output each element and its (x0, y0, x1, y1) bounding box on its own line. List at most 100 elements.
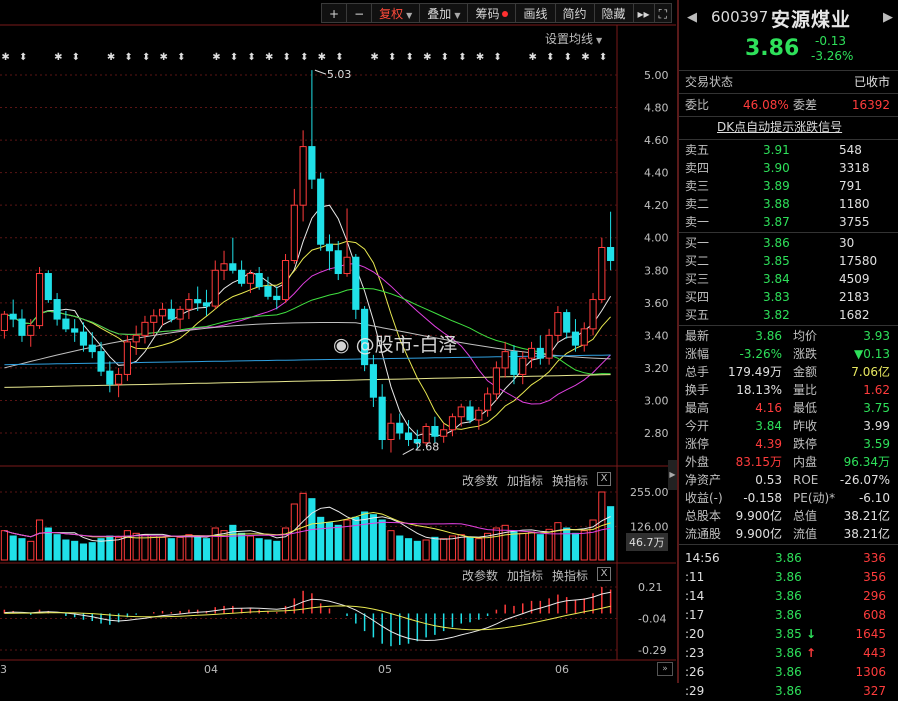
candle-body (141, 321, 149, 336)
kline-chart-area[interactable]: 5.00 4.80 4.60 4.40 4.20 4.00 3.80 3.60 3.40 3.20… (0, 0, 677, 683)
stat-value: ▼0.13 (854, 347, 890, 361)
close-icon[interactable]: X (597, 567, 612, 581)
weicha-value: 16392 (851, 98, 890, 112)
tick-price: 3.86 (775, 570, 802, 584)
level-label: 买四 (685, 290, 710, 304)
level-label: 买一 (685, 236, 710, 250)
volume-bar (404, 538, 413, 561)
stat-row: 净资产 0.53 ROE -26.07% (679, 471, 898, 489)
ask-level-row: 卖四 3.90 3318 (679, 159, 898, 177)
tick-row: :23 3.86 ↑ 443 (679, 644, 898, 663)
stat-value: 9.900亿 (735, 527, 782, 541)
price-tick-label: 3.40 (644, 329, 669, 342)
candle-body (220, 263, 228, 271)
collapse-panel-icon[interactable]: ▶ (668, 460, 677, 490)
candle-body (501, 351, 509, 369)
macd-add-indicator[interactable]: 加指标 (507, 567, 543, 584)
stat-value: 9.900亿 (735, 509, 782, 523)
vol-add-indicator[interactable]: 加指标 (507, 472, 543, 489)
high-marker-arrow (314, 69, 327, 75)
draw-line-button[interactable]: 画线 (515, 3, 556, 23)
volume-bar (589, 519, 597, 561)
candle-body (62, 318, 70, 330)
expand-icon[interactable]: ⛶ (653, 3, 672, 23)
overlay-button[interactable]: 叠加 ▼ (419, 3, 469, 23)
dk-signal-link[interactable]: DK点自动提示涨跌信号 (717, 118, 842, 136)
macd-edit-params[interactable]: 改参数 (462, 567, 498, 584)
candle-body (545, 334, 553, 359)
candle-body (519, 357, 527, 375)
level-label: 买五 (685, 308, 710, 322)
event-marker: ✱ (529, 52, 537, 63)
watermark: ◉ @股市-白泽 (333, 330, 457, 357)
stat-row: 涨幅 -3.26% 涨跌 ▼0.13 (679, 345, 898, 363)
event-marker: ⬍ (441, 52, 449, 63)
candle-body (150, 315, 158, 323)
volume-bar (176, 536, 184, 561)
simple-mode-button[interactable]: 简约 (554, 3, 595, 23)
x-axis-label: 3 (0, 663, 7, 676)
stats-table: 最新 3.86 均价 3.93 涨幅 -3.26% 涨跌 ▼0.13 总手 179.49万 金额 7.… (679, 326, 898, 545)
more-icon[interactable]: ▸▸ (632, 3, 655, 23)
ma-settings-dropdown[interactable]: 设置均线 ▼ (545, 30, 602, 47)
volume-bar (106, 535, 114, 561)
event-marker: ⬍ (230, 52, 238, 63)
level-price: 3.90 (763, 161, 790, 175)
macd-switch-indicator[interactable]: 换指标 (552, 567, 588, 584)
prev-stock-icon[interactable]: ◀ (687, 10, 697, 25)
fuquan-button[interactable]: 复权 ▼ (371, 3, 421, 23)
volume-bar (79, 543, 88, 561)
candle-body (35, 273, 44, 327)
vol-switch-indicator[interactable]: 换指标 (552, 472, 588, 489)
zoom-out-button[interactable]: − (346, 3, 373, 23)
stat-label: 今开 (685, 419, 710, 433)
stock-code: 600397 (711, 8, 769, 26)
stat-value: 4.16 (755, 401, 782, 415)
close-icon[interactable]: X (597, 472, 612, 486)
volume-bar (352, 516, 360, 561)
stat-label: 涨幅 (685, 347, 710, 361)
tick-time: :20 (685, 627, 705, 641)
price-tick-label: 3.00 (644, 394, 669, 407)
volume-bar (115, 536, 123, 561)
event-marker: ✱ (370, 52, 378, 63)
level-volume: 30 (839, 236, 855, 250)
macd-tick-label: 0.21 (638, 581, 663, 594)
stat-row: 涨停 4.39 跌停 3.59 (679, 435, 898, 453)
candle-body (607, 246, 615, 262)
chips-button[interactable]: 筹码 (467, 3, 517, 23)
vol-edit-params[interactable]: 改参数 (462, 472, 498, 489)
ask-level-row: 卖一 3.87 3755 (679, 213, 898, 231)
candle-body (281, 260, 290, 301)
zoom-in-button[interactable]: + (321, 3, 348, 23)
level-label: 买三 (685, 272, 710, 286)
stat-row: 今开 3.84 昨收 3.99 (679, 417, 898, 435)
volume-bar (510, 530, 518, 561)
stat-value: 3.93 (863, 329, 890, 343)
event-marker: ✱ (1, 52, 9, 63)
stat-label: 量比 (793, 383, 818, 397)
volume-bar (53, 534, 61, 561)
volume-bar (580, 530, 588, 561)
next-stock-icon[interactable]: ▶ (883, 10, 893, 25)
volume-bar (0, 530, 8, 561)
volume-bar (387, 530, 395, 561)
stat-value: -6.10 (858, 491, 890, 505)
candle-body (27, 325, 35, 336)
stat-row: 外盘 83.15万 内盘 96.34万 (679, 453, 898, 471)
stat-label: PE(动)* (793, 491, 836, 505)
level-label: 卖二 (685, 197, 710, 211)
candle-body (440, 429, 448, 437)
chart-toolbar: + − 复权 ▼ 叠加 ▼ 筹码 画线 简约 隐藏 ▸▸ ⛶ (321, 3, 672, 23)
volume-bar (123, 530, 131, 561)
bid-level-row: 买二 3.85 17580 (679, 252, 898, 270)
tick-row: :29 3.86 327 (679, 682, 898, 701)
level-price: 3.87 (763, 215, 790, 229)
fast-forward-icon[interactable]: » (657, 662, 673, 676)
hide-button[interactable]: 隐藏 (593, 3, 634, 23)
candle-body (264, 286, 272, 297)
level-label: 卖四 (685, 161, 710, 175)
candle-body (167, 308, 175, 320)
tick-row: :11 3.86 356 (679, 568, 898, 587)
event-marker: ✱ (107, 52, 115, 63)
